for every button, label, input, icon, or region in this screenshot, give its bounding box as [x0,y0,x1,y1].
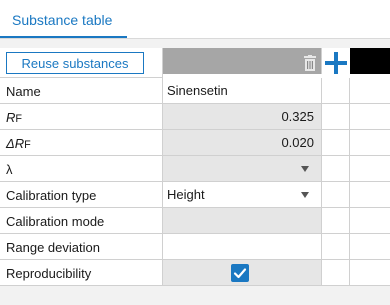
chevron-down-icon [301,192,309,198]
reuse-substances-button[interactable]: Reuse substances [6,52,144,74]
row-label: Calibration mode [0,208,163,234]
trash-icon[interactable] [304,55,316,71]
row-delta-rf: ΔRF 0.020 [0,130,390,156]
range-deviation-input[interactable] [163,234,322,260]
bottom-strip [0,286,390,305]
rf-input[interactable]: 0.325 [163,104,322,130]
tab-substance-table[interactable]: Substance table [0,0,127,38]
row-name: Name Sinensetin [0,78,390,104]
row-label: RF [0,104,163,130]
row-label: Reproducibility [0,260,163,286]
row-label: Name [0,78,163,104]
row-lambda: λ [0,156,390,182]
checkmark-icon [233,268,247,279]
row-label: Range deviation [0,234,163,260]
name-input[interactable]: Sinensetin [163,78,322,104]
reproducibility-cell [163,260,322,286]
row-rf: RF 0.325 [0,104,390,130]
tab-bar: Substance table [0,0,390,39]
calibration-type-select[interactable]: Height [163,182,322,208]
row-label: ΔRF [0,130,163,156]
row-calibration-mode: Calibration mode [0,208,390,234]
reuse-cell: Reuse substances [0,48,163,78]
column-header-filler [350,48,390,74]
reproducibility-checkbox[interactable] [231,264,249,282]
add-column-button[interactable] [322,48,350,74]
calibration-mode-field[interactable] [163,208,322,234]
row-label: λ [0,156,163,182]
substance-column-header[interactable] [163,48,322,74]
row-label: Calibration type [0,182,163,208]
delta-rf-input[interactable]: 0.020 [163,130,322,156]
row-range-deviation: Range deviation [0,234,390,260]
row-reproducibility: Reproducibility [0,260,390,286]
substance-grid: Reuse substances Name Sinensetin RF 0.32… [0,48,390,286]
row-calibration-type: Calibration type Height [0,182,390,208]
lambda-select[interactable] [163,156,322,182]
chevron-down-icon [301,166,309,172]
grid-header-row: Reuse substances [0,48,390,78]
